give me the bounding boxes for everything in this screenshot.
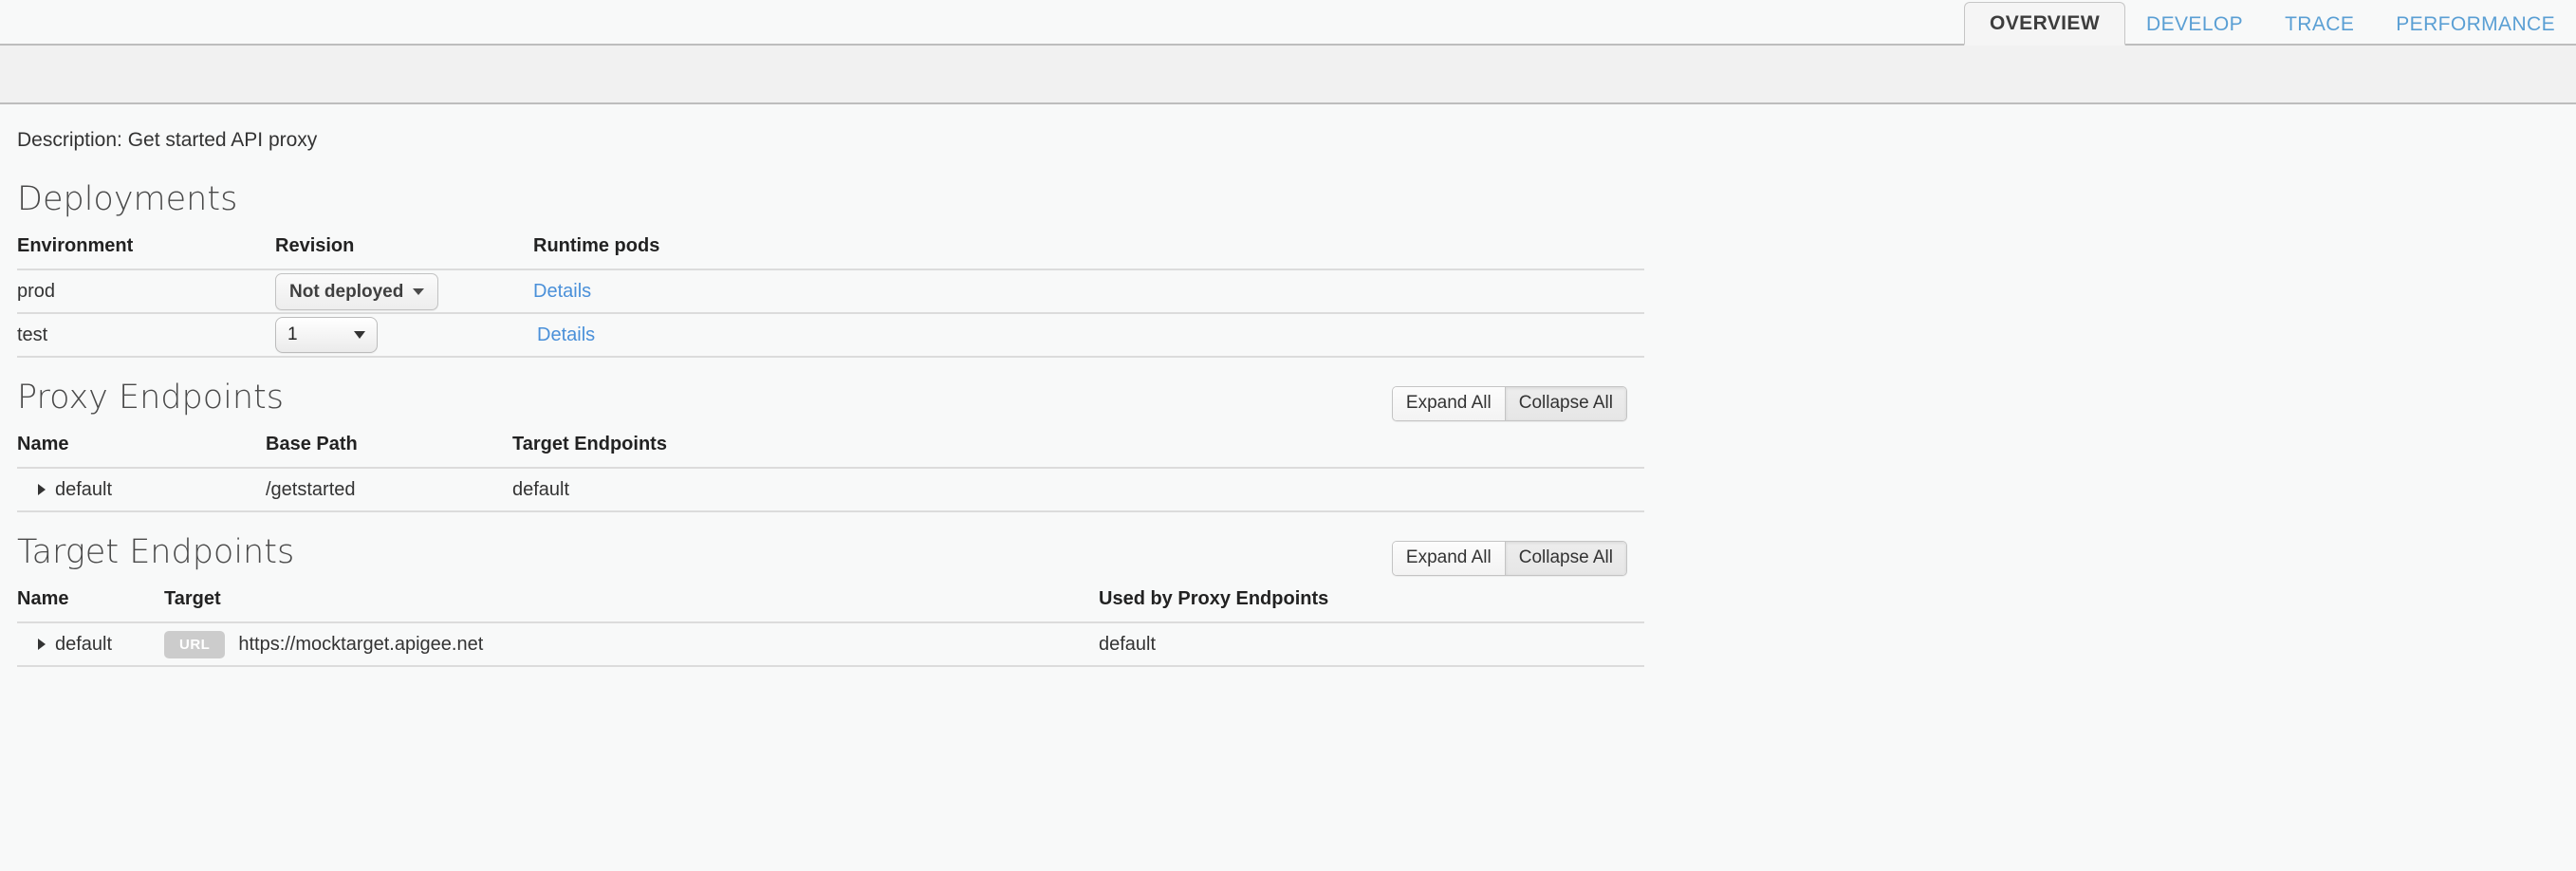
column-header-name: Name <box>17 583 164 623</box>
column-header-used-by-proxy-endpoints: Used by Proxy Endpoints <box>1099 583 1644 623</box>
runtime-pods-details-link[interactable]: Details <box>537 324 595 345</box>
table-row: prod Not deployed Details <box>17 269 1644 314</box>
target-collapse-all-button[interactable]: Collapse All <box>1504 542 1626 575</box>
cell-name: default <box>17 622 164 667</box>
proxy-expand-all-button[interactable]: Expand All <box>1392 387 1505 420</box>
revision-dropdown-button[interactable]: Not deployed <box>275 272 439 310</box>
cell-runtime-pods: Details <box>533 269 1644 314</box>
deployments-header: Deployments <box>17 180 1644 224</box>
column-header-name: Name <box>17 428 266 469</box>
cell-target: URL https://mocktarget.apigee.net <box>164 622 1099 667</box>
expand-triangle-icon[interactable] <box>38 639 46 651</box>
column-header-environment: Environment <box>17 230 275 270</box>
table-header-row: Environment Revision Runtime pods <box>17 230 1644 270</box>
proxy-endpoints-section: Proxy Endpoints Expand All Collapse All … <box>17 379 1644 512</box>
column-header-target-endpoints: Target Endpoints <box>512 428 1644 469</box>
deployments-section: Deployments Environment Revision Runtime… <box>17 180 1644 358</box>
deployments-table: Environment Revision Runtime pods prod N… <box>17 230 1644 358</box>
sub-toolbar-band <box>0 46 2576 104</box>
table-row: default /getstarted default <box>17 468 1644 512</box>
cell-target-endpoints: default <box>512 468 1644 512</box>
table-header-row: Name Base Path Target Endpoints <box>17 428 1644 469</box>
column-header-target: Target <box>164 583 1099 623</box>
proxy-description: Description: Get started API proxy <box>17 129 318 151</box>
cell-revision: Not deployed <box>275 269 533 314</box>
runtime-pods-details-link[interactable]: Details <box>533 281 591 302</box>
chevron-down-icon <box>354 330 365 339</box>
overview-content: Description: Get started API proxy Deplo… <box>0 104 2576 667</box>
tab-overview[interactable]: OVERVIEW <box>1964 2 2126 46</box>
target-endpoints-expand-collapse-group: Expand All Collapse All <box>1391 541 1627 576</box>
target-endpoints-table: Name Target Used by Proxy Endpoints defa… <box>17 583 1644 667</box>
table-row: test 1 Details <box>17 313 1644 358</box>
target-endpoint-name: default <box>55 633 113 655</box>
target-endpoints-header: Target Endpoints Expand All Collapse All <box>17 533 1644 577</box>
cell-name: default <box>17 468 266 512</box>
deployments-title: Deployments <box>17 180 238 218</box>
column-header-runtime-pods: Runtime pods <box>533 230 1644 270</box>
url-type-badge: URL <box>164 630 226 658</box>
proxy-endpoint-name-wrap: default <box>17 479 112 500</box>
chevron-down-icon <box>413 287 425 295</box>
revision-select-value: 1 <box>287 324 298 344</box>
top-tab-bar: OVERVIEW DEVELOP TRACE PERFORMANCE <box>0 0 2576 46</box>
tab-performance[interactable]: PERFORMANCE <box>2375 4 2576 46</box>
column-header-revision: Revision <box>275 230 533 270</box>
revision-dropdown-label: Not deployed <box>289 281 404 302</box>
tab-develop[interactable]: DEVELOP <box>2125 4 2264 46</box>
content-inner: Description: Get started API proxy Deplo… <box>0 104 1644 667</box>
target-expand-all-button[interactable]: Expand All <box>1392 542 1505 575</box>
target-endpoint-name-wrap: default <box>17 634 112 655</box>
tab-trace[interactable]: TRACE <box>2264 4 2375 46</box>
proxy-endpoints-table: Name Base Path Target Endpoints default … <box>17 428 1644 512</box>
revision-select[interactable]: 1 <box>275 317 378 353</box>
cell-used-by: default <box>1099 622 1644 667</box>
proxy-endpoints-header: Proxy Endpoints Expand All Collapse All <box>17 379 1644 422</box>
expand-triangle-icon[interactable] <box>38 484 46 496</box>
table-row: default URL https://mocktarget.apigee.net… <box>17 622 1644 667</box>
column-header-base-path: Base Path <box>266 428 512 469</box>
target-url-text: https://mocktarget.apigee.net <box>238 633 484 655</box>
cell-environment: prod <box>17 269 275 314</box>
cell-base-path: /getstarted <box>266 468 512 512</box>
proxy-endpoints-expand-collapse-group: Expand All Collapse All <box>1391 386 1627 421</box>
cell-environment: test <box>17 313 275 358</box>
target-endpoints-section: Target Endpoints Expand All Collapse All… <box>17 533 1644 667</box>
table-header-row: Name Target Used by Proxy Endpoints <box>17 583 1644 623</box>
tab-list: OVERVIEW DEVELOP TRACE PERFORMANCE <box>1964 0 2576 46</box>
cell-revision: 1 <box>275 313 533 358</box>
cell-runtime-pods: Details <box>533 313 1644 358</box>
proxy-collapse-all-button[interactable]: Collapse All <box>1504 387 1626 420</box>
proxy-endpoint-name: default <box>55 478 113 500</box>
